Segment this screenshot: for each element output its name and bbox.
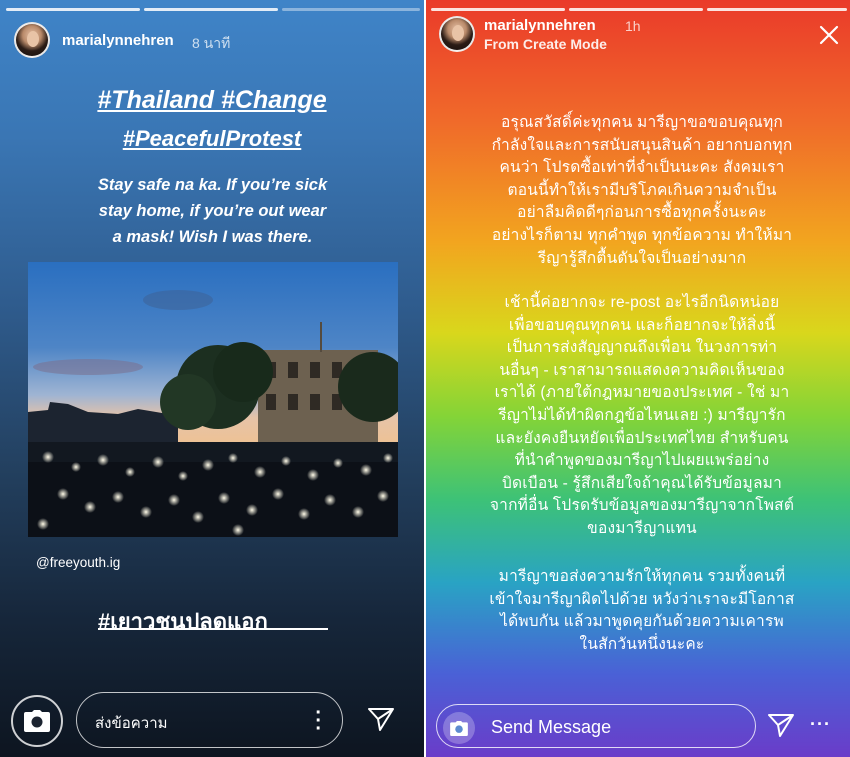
avatar[interactable] [439,16,475,52]
camera-icon [450,720,468,736]
camera-button[interactable] [11,695,63,747]
hashtag-line-2[interactable]: #PeacefulProtest [0,126,424,152]
progress-segment [282,8,420,11]
left-story-panel: marialynnehren 8 นาที #Thailand #Change … [0,0,424,757]
text-line: เข้าใจมารีญาผิดไปด้วย หวังว่าเราจะมีโอกา… [489,590,795,608]
text-line: อย่าลืมคิดดีๆก่อนการซื้อทุกครั้งนะคะ [517,204,767,222]
message-placeholder: ส่งข้อความ [95,715,168,732]
progress-segment [431,8,565,11]
create-mode-label: From Create Mode [484,36,607,52]
text-line: บิดเบือน - รู้สึกเสียใจถ้าคุณได้รับข้อมู… [502,474,782,492]
text-line: มารีญาขอส่งความรักให้ทุกคน รวมทั้งคนที่ [498,568,786,585]
text-line: รีญาไม่ได้ทำผิดกฎข้อไหนเลย :) มารีญารัก [498,406,786,424]
protest-photo [28,262,398,537]
close-button[interactable] [818,24,840,46]
text-line: ของมารีญาแทน [587,519,697,537]
story-progress-bar [431,8,847,11]
text-line: อย่างไรก็ตาม ทุกคำพูด ทุกข้อความ ทำให้มา [491,226,793,244]
text-line: ตอนนี้ทำให้เรามีบริโภคเกินความจำเป็น [507,181,777,199]
text-line: เราได้ (ภายใต้กฎหมายของประเทศ - ใช่ มา [494,384,790,402]
message-placeholder: Send Message [491,717,612,737]
vertical-dots-icon[interactable]: · · · [315,703,322,739]
avatar[interactable] [14,22,50,58]
text-line: จากที่อื่น โปรดรับข้อมูลของมารีญาจากโพสต… [489,497,795,515]
username[interactable]: marialynnehren [484,17,596,34]
post-time: 8 นาที [192,35,231,51]
send-message-field[interactable]: ส่งข้อความ · · · [76,692,343,748]
close-icon [819,25,839,45]
paper-plane-icon [368,708,394,731]
post-time: 1h [625,18,641,34]
caption: Stay safe na ka. If you’re sick stay hom… [40,172,385,250]
caption-line: Stay safe na ka. If you’re sick [97,176,328,194]
thai-hashtag[interactable]: #เยาวชนปลดแอก [98,604,268,639]
caption-line: stay home, if you’re out wear [98,202,327,220]
text-line: เพื่อขอบคุณทุกคน และก็อยากจะให้สิ่งนี้ [508,316,776,334]
hashtag-underline [98,628,328,630]
hashtag-line-1[interactable]: #Thailand #Change [0,86,424,115]
progress-segment [6,8,140,11]
send-button[interactable] [368,707,394,736]
text-line: กำลังใจและการสนับสนุนสินค้า อยากบอกทุก [491,136,793,154]
caption-line: a mask! Wish I was there. [112,228,313,246]
story-paragraph-3: มารีญาขอส่งความรักให้ทุกคน รวมทั้งคนที่ … [462,566,822,656]
camera-icon [24,710,50,732]
camera-button[interactable] [443,712,475,744]
text-line: เป็นการส่งสัญญาณถึงเพื่อน ในวงการท่า [506,339,778,357]
more-options-icon[interactable]: ··· [810,714,831,735]
send-button[interactable] [768,713,794,742]
send-message-field[interactable]: Send Message [436,704,756,748]
text-line: ในสักวันหนึ่งนะคะ [579,635,705,653]
text-line: ที่นำคำพูดของมารีญาไปเผยแพร่อย่าง [514,452,770,470]
paper-plane-icon [768,714,794,737]
text-line: คนว่า โปรดซื้อเท่าที่จำเป็นนะคะ สังคมเรา [499,159,785,177]
username[interactable]: marialynnehren [62,32,174,49]
text-line: นอื่นๆ - เราสามารถแสดงความคิดเห็นของ [499,361,785,379]
progress-segment [569,8,703,11]
progress-segment [144,8,278,11]
text-line: เช้านี้ค่อยากจะ re-post อะไรอีกนิดหน่อย [504,294,780,311]
story-paragraph-2: เช้านี้ค่อยากจะ re-post อะไรอีกนิดหน่อย … [462,292,822,541]
text-line: และยังคงยืนหยัดเพื่อประเทศไทย สำหรับคน [495,429,789,447]
text-line: อรุณสวัสดิ์ค่ะทุกคน มารีญาขอขอบคุณทุก [500,114,784,131]
text-line: ได้พบกัน แล้วมาพูดคุยกันด้วยความเคารพ [500,613,784,631]
photo-credit[interactable]: @freeyouth.ig [36,555,120,570]
story-progress-bar [6,8,420,11]
right-story-panel: marialynnehren 1h From Create Mode อรุณส… [426,0,850,757]
story-paragraph-1: อรุณสวัสดิ์ค่ะทุกคน มารีญาขอขอบคุณทุก กำ… [462,112,822,270]
progress-segment [707,8,847,11]
text-line: รีญารู้สึกตื้นตันใจเป็นอย่างมาก [537,249,747,267]
